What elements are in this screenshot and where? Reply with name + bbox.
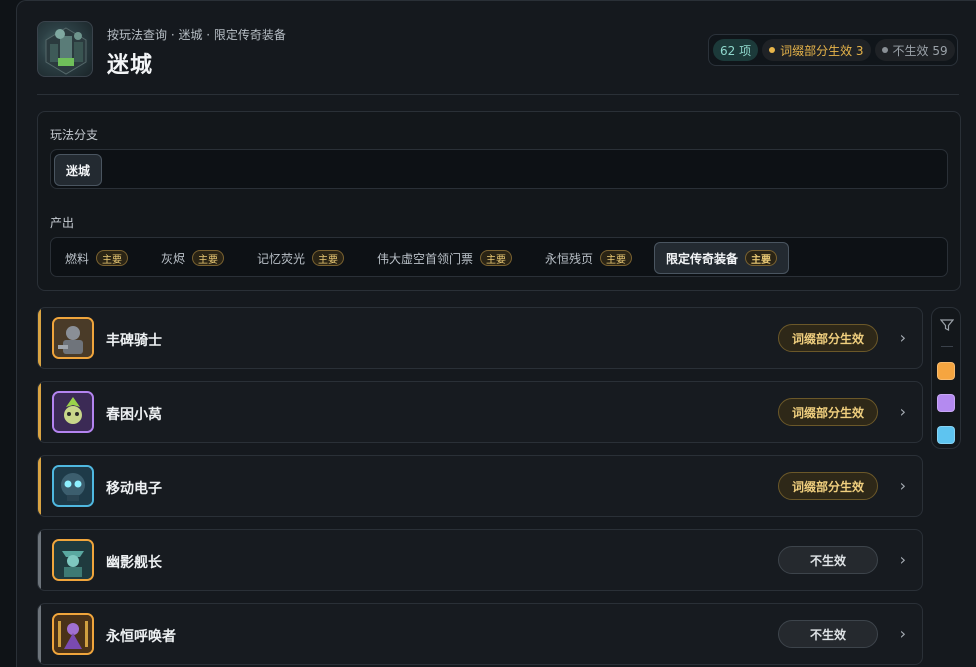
output-row: 燃料 主要 灰烬 主要 记忆荧光 主要 伟大虚空首领门票 主要 永恒残页 主要 … — [50, 237, 948, 277]
chevron-right-icon: › — [899, 402, 906, 421]
rarity-swatch-blue[interactable] — [937, 426, 955, 444]
output-chip-label: 伟大虚空首领门票 — [377, 251, 474, 266]
primary-tag: 主要 — [600, 250, 633, 266]
item-name: 丰碑骑士 — [106, 333, 162, 349]
status-badge: 词缀部分生效 — [778, 472, 878, 500]
item-name: 幽影舰长 — [106, 555, 162, 571]
list-item[interactable]: 移动电子 词缀部分生效 › — [37, 455, 923, 517]
primary-tag: 主要 — [480, 250, 513, 266]
sprout-portrait-icon — [52, 391, 94, 433]
list-item[interactable]: 春困小莴 词缀部分生效 › — [37, 381, 923, 443]
status-bar — [38, 308, 41, 368]
chevron-right-icon: › — [899, 624, 906, 643]
stats-summary: 62 项 词缀部分生效 3 不生效 59 — [708, 34, 958, 66]
rarity-swatch-orange[interactable] — [937, 362, 955, 380]
output-chip-label: 限定传奇装备 — [666, 251, 739, 266]
chevron-right-icon: › — [899, 476, 906, 495]
output-chip-eternal-page[interactable]: 永恒残页 主要 — [534, 242, 643, 274]
item-name: 永恒呼唤者 — [106, 629, 176, 645]
item-count-badge: 62 项 — [713, 39, 759, 61]
list-item[interactable]: 幽影舰长 不生效 › — [37, 529, 923, 591]
status-badge: 词缀部分生效 — [778, 324, 878, 352]
status-badge: 词缀部分生效 — [778, 398, 878, 426]
none-count-label: 不生效 59 — [892, 43, 948, 58]
caller-portrait-icon — [52, 613, 94, 655]
primary-tag: 主要 — [312, 250, 345, 266]
output-chip-fuel[interactable]: 燃料 主要 — [54, 242, 139, 274]
chevron-right-icon: › — [899, 328, 906, 347]
robot-portrait-icon — [52, 465, 94, 507]
output-chip-label: 永恒残页 — [545, 251, 594, 266]
branch-label: 玩法分支 — [50, 128, 99, 142]
none-dot-icon — [881, 47, 888, 53]
rarity-filter-sidebar — [931, 307, 961, 449]
header-divider — [37, 94, 959, 95]
item-name: 春困小莴 — [106, 407, 162, 423]
branch-chip-label: 迷城 — [66, 163, 91, 178]
output-chip-label: 燃料 — [65, 251, 90, 266]
area-thumbnail — [37, 21, 93, 77]
item-name: 移动电子 — [106, 481, 162, 497]
chevron-right-icon: › — [899, 550, 906, 569]
filter-icon[interactable] — [940, 318, 954, 332]
output-chip-label: 灰烬 — [161, 251, 186, 266]
status-bar — [38, 530, 41, 590]
breadcrumb: 按玩法查询 · 迷城 · 限定传奇装备 — [107, 28, 286, 42]
captain-portrait-icon — [52, 539, 94, 581]
output-chip-limited-legendary[interactable]: 限定传奇装备 主要 — [654, 242, 790, 274]
page-title: 迷城 — [107, 53, 154, 78]
output-chip-ash[interactable]: 灰烬 主要 — [150, 242, 235, 274]
primary-tag: 主要 — [192, 250, 225, 266]
partial-count-label: 词缀部分生效 3 — [780, 43, 864, 58]
list-item[interactable]: 丰碑骑士 词缀部分生效 › — [37, 307, 923, 369]
output-chip-void-ticket[interactable]: 伟大虚空首领门票 主要 — [366, 242, 523, 274]
output-chip-memory[interactable]: 记忆荧光 主要 — [246, 242, 355, 274]
primary-tag: 主要 — [96, 250, 129, 266]
status-badge: 不生效 — [778, 620, 878, 648]
partial-dot-icon — [769, 47, 776, 53]
status-badge: 不生效 — [778, 546, 878, 574]
filter-panel: 玩法分支 迷城 产出 燃料 主要 灰烬 主要 记忆荧光 主要 伟大虚空首领门票 … — [37, 111, 961, 291]
page-header: 按玩法查询 · 迷城 · 限定传奇装备 迷城 62 项 词缀部分生效 3 不生效… — [17, 1, 976, 95]
primary-tag: 主要 — [745, 250, 778, 266]
output-chip-label: 记忆荧光 — [257, 251, 306, 266]
status-bar — [38, 456, 41, 516]
output-label: 产出 — [50, 216, 75, 230]
status-bar — [38, 604, 41, 664]
branch-chip[interactable]: 迷城 — [54, 154, 103, 186]
sidebar-divider — [941, 346, 953, 347]
knight-portrait-icon — [52, 317, 94, 359]
status-bar — [38, 382, 41, 442]
branch-row: 迷城 — [50, 149, 948, 189]
partial-count-badge[interactable]: 词缀部分生效 3 — [762, 39, 871, 61]
rarity-swatch-purple[interactable] — [937, 394, 955, 412]
list-item[interactable]: 永恒呼唤者 不生效 › — [37, 603, 923, 665]
none-count-badge[interactable]: 不生效 59 — [874, 39, 955, 61]
main-panel: 按玩法查询 · 迷城 · 限定传奇装备 迷城 62 项 词缀部分生效 3 不生效… — [16, 0, 976, 667]
